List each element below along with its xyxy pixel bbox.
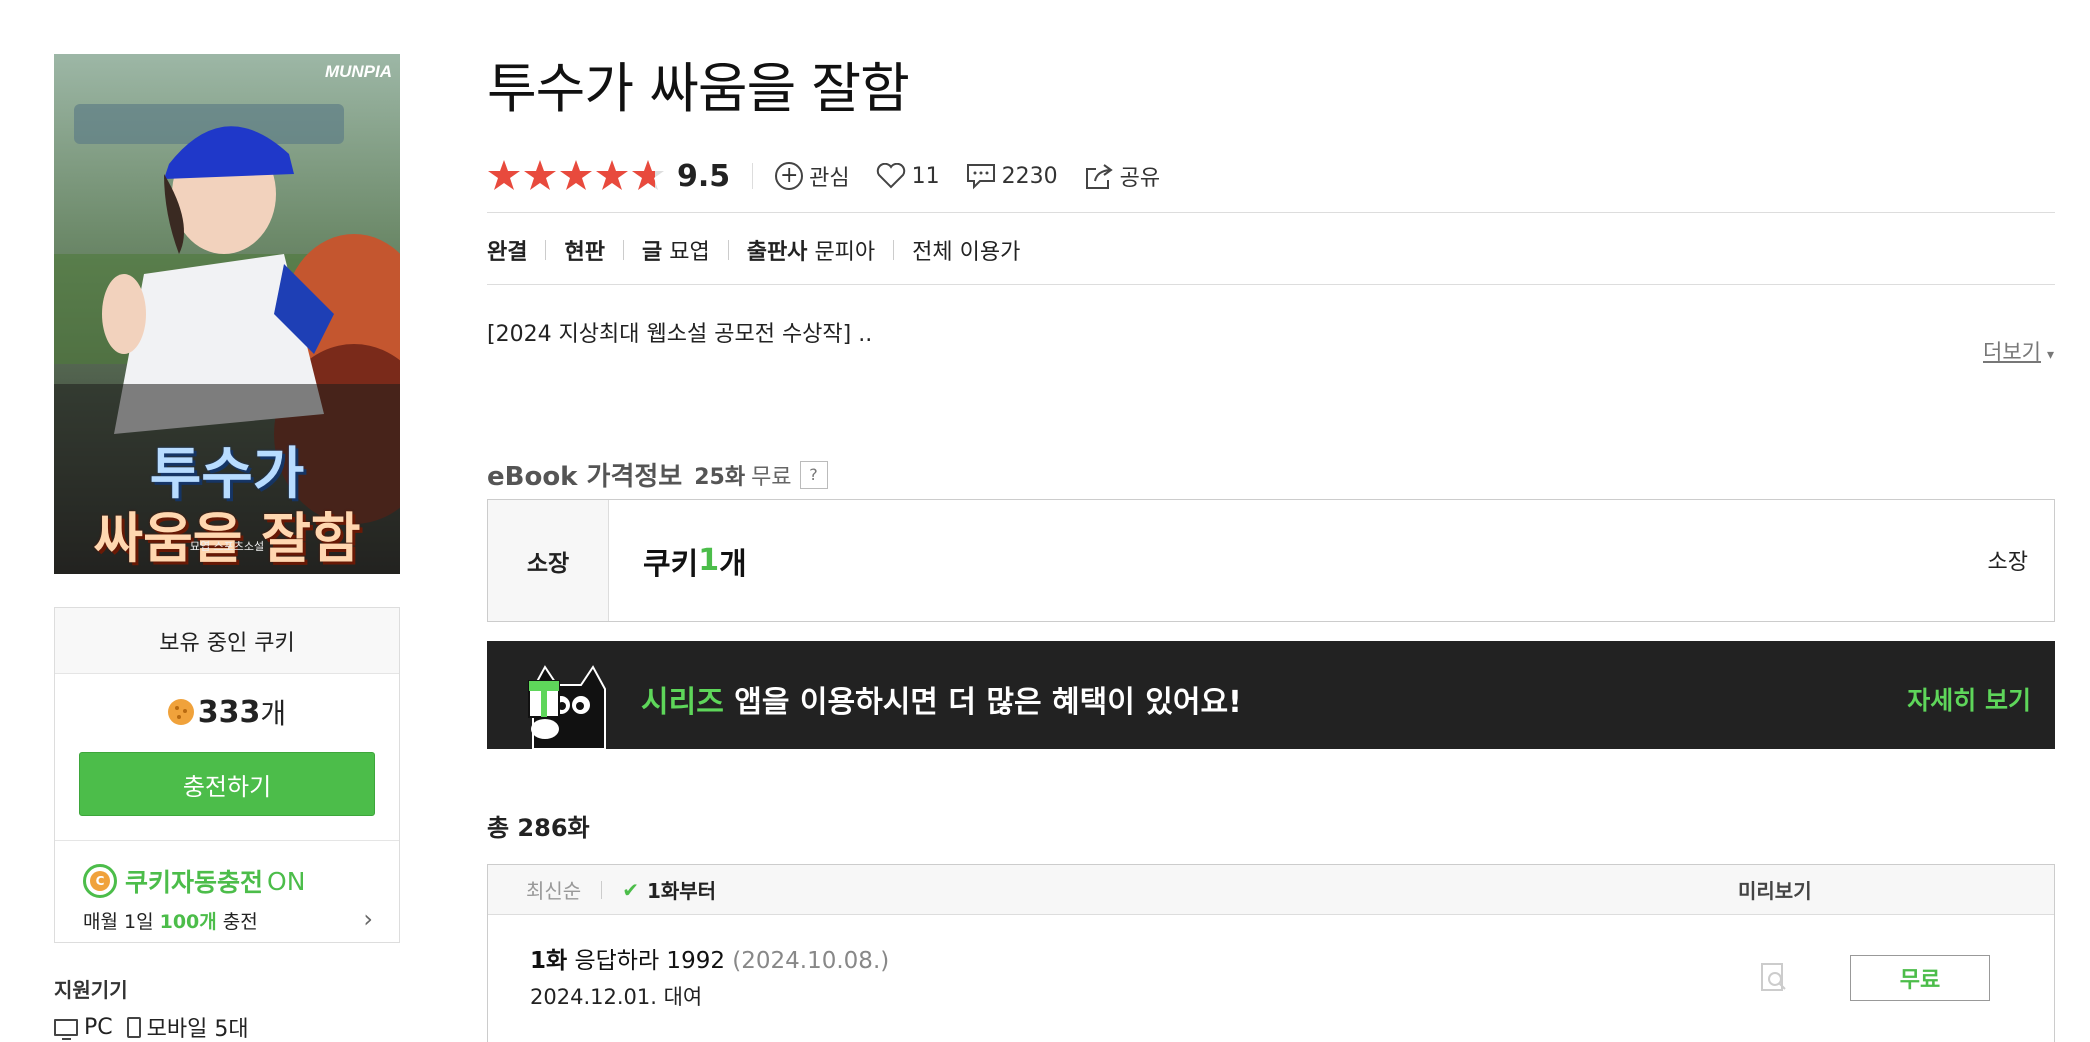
cookie-amount: 333 [197, 694, 261, 730]
meta-divider [752, 163, 754, 189]
check-icon: ✔ [622, 877, 639, 902]
cookie-panel: 보유 중인 쿠키 333 개 충전하기 C 쿠키자동충전 ON 매월 1일 10… [54, 607, 400, 943]
publisher-label: 출판사 [746, 240, 808, 265]
price-number: 1 [698, 543, 720, 578]
comment-button[interactable]: 2230 [966, 162, 1058, 190]
publisher-logo: MUNPIA [324, 62, 392, 81]
cover-title-line2: 싸움을 잘함 [93, 507, 361, 570]
auto-desc-suffix: 충전 [216, 911, 258, 933]
pricing-label: eBook 가격정보 [487, 462, 683, 492]
age-rating: 전체 이용가 [912, 240, 1021, 265]
info-divider [893, 240, 895, 260]
preview-icon[interactable] [1758, 961, 1790, 993]
banner-text: 시리즈 앱을 이용하시면 더 많은 혜택이 있어요! [641, 677, 1242, 721]
auto-charge-state: ON [267, 866, 306, 896]
sort-latest-tab[interactable]: 최신순 [526, 875, 581, 904]
more-button[interactable]: 더보기 [1983, 336, 2054, 366]
heart-icon [876, 163, 905, 189]
episode-list-header: 최신순 ✔ 1화부터 미리보기 [488, 865, 2054, 915]
price-type-right: 소장 [1987, 550, 2028, 575]
sort-first-tab[interactable]: ✔ 1화부터 [622, 875, 716, 904]
episode-name: 응답하라 1992 [567, 948, 725, 974]
like-button[interactable]: 11 [876, 163, 940, 189]
cover-author-caption: 묘엽 스포츠소설 [189, 540, 265, 553]
banner-message: 앱을 이용하시면 더 많은 혜택이 있어요! [723, 685, 1242, 720]
cookie-panel-header: 보유 중인 쿠키 [55, 608, 399, 674]
free-label: 무료 [751, 464, 792, 490]
supported-devices-label: 지원기기 [54, 978, 128, 1002]
writer-link[interactable]: 묘엽 [669, 234, 709, 266]
episode-rental-info: 2024.12.01. 대여 [530, 985, 703, 1009]
auto-desc-amount: 100개 [159, 911, 217, 933]
banner-detail-link[interactable]: 자세히 보기 [1907, 681, 2031, 717]
auto-charge-title: C 쿠키자동충전 ON [83, 863, 371, 899]
price-value: 쿠키 1개 [609, 500, 2054, 621]
auto-charge-link[interactable]: C 쿠키자동충전 ON 매월 1일 100개 충전 › [55, 840, 399, 934]
episode-number: 1화 [530, 948, 568, 974]
auto-desc-prefix: 매월 1일 [83, 911, 160, 933]
share-button[interactable]: 공유 [1084, 160, 1160, 192]
star-icons [488, 160, 664, 190]
banner-brand: 시리즈 [641, 685, 724, 720]
episode-date: (2024.10.08.) [724, 948, 890, 974]
info-divider [727, 240, 729, 260]
preview-column-header: 미리보기 [1738, 879, 1812, 903]
supported-devices: PC 모바일 5대 [54, 1011, 249, 1042]
writer-label: 글 [641, 240, 663, 265]
episode-title: 1화 응답하라 1992 (2024.10.08.) [530, 941, 889, 975]
book-cover-image[interactable]: MUNPIA 투수가 싸움을 잘함 묘엽 스포츠소설 [54, 54, 400, 574]
price-type-label: 소장 [488, 500, 609, 621]
cookie-unit: 개 [260, 697, 287, 730]
rating-stars [487, 159, 667, 193]
rating-score: 9.5 [677, 158, 731, 194]
plus-circle-icon: + [775, 162, 804, 190]
comment-count: 2230 [1001, 163, 1058, 189]
book-description: [2024 지상최대 웹소설 공모전 수상작] .. [487, 322, 873, 347]
book-meta-row: 9.5 + 관심 11 2230 공유 [487, 155, 1186, 197]
device-pc: PC [84, 1014, 113, 1040]
share-icon [1085, 164, 1113, 189]
page-title: 투수가 싸움을 잘함 [487, 57, 910, 120]
auto-charge-icon: C [83, 864, 117, 898]
like-count: 11 [911, 163, 940, 189]
device-mobile: 모바일 5대 [146, 1017, 249, 1042]
auto-charge-label: 쿠키자동충전 [125, 868, 264, 897]
free-button[interactable]: 무료 [1850, 955, 1990, 1001]
help-icon[interactable]: ? [799, 460, 828, 489]
divider [487, 284, 2055, 285]
auto-charge-desc: 매월 1일 100개 충전 [83, 907, 371, 934]
cookie-balance: 333 개 [55, 674, 399, 750]
episode-list: 최신순 ✔ 1화부터 미리보기 1화 응답하라 1992 (2024.10.08… [487, 864, 2055, 1042]
free-episode-count: 25화 [694, 464, 746, 490]
mobile-icon [126, 1016, 141, 1038]
pricing-header: eBook 가격정보 25화 무료 ? [487, 456, 828, 493]
price-option-own[interactable]: 소장 쿠키 1개 소장 [487, 499, 2055, 622]
sort-first-label: 1화부터 [646, 879, 717, 903]
pc-icon [54, 1018, 78, 1040]
cat-mascot-icon [528, 665, 606, 749]
app-promo-banner[interactable]: 시리즈 앱을 이용하시면 더 많은 혜택이 있어요! 자세히 보기 [487, 641, 2055, 749]
price-prefix: 쿠키 [643, 546, 699, 582]
interest-label: 관심 [809, 166, 850, 191]
interest-button[interactable]: + 관심 [775, 160, 850, 192]
charge-button[interactable]: 충전하기 [79, 752, 375, 816]
cookie-icon [167, 699, 194, 725]
edition-tag[interactable]: 현판 [564, 234, 604, 266]
info-divider [622, 240, 624, 260]
comment-icon [966, 164, 995, 190]
status-badge: 완결 [487, 240, 528, 265]
sort-divider [601, 880, 603, 899]
publisher-link[interactable]: 문피아 [814, 234, 875, 266]
episode-row[interactable]: 1화 응답하라 1992 (2024.10.08.) 2024.12.01. 대… [488, 915, 2054, 1042]
episode-total: 총 286화 [487, 814, 590, 842]
book-info-row: 완결 현판 글 묘엽 출판사 문피아 전체 이용가 [487, 234, 1020, 266]
chevron-right-icon: › [363, 905, 373, 933]
divider [487, 212, 2055, 213]
share-label: 공유 [1119, 166, 1161, 191]
info-divider [545, 240, 547, 260]
price-unit: 개 [719, 546, 747, 582]
